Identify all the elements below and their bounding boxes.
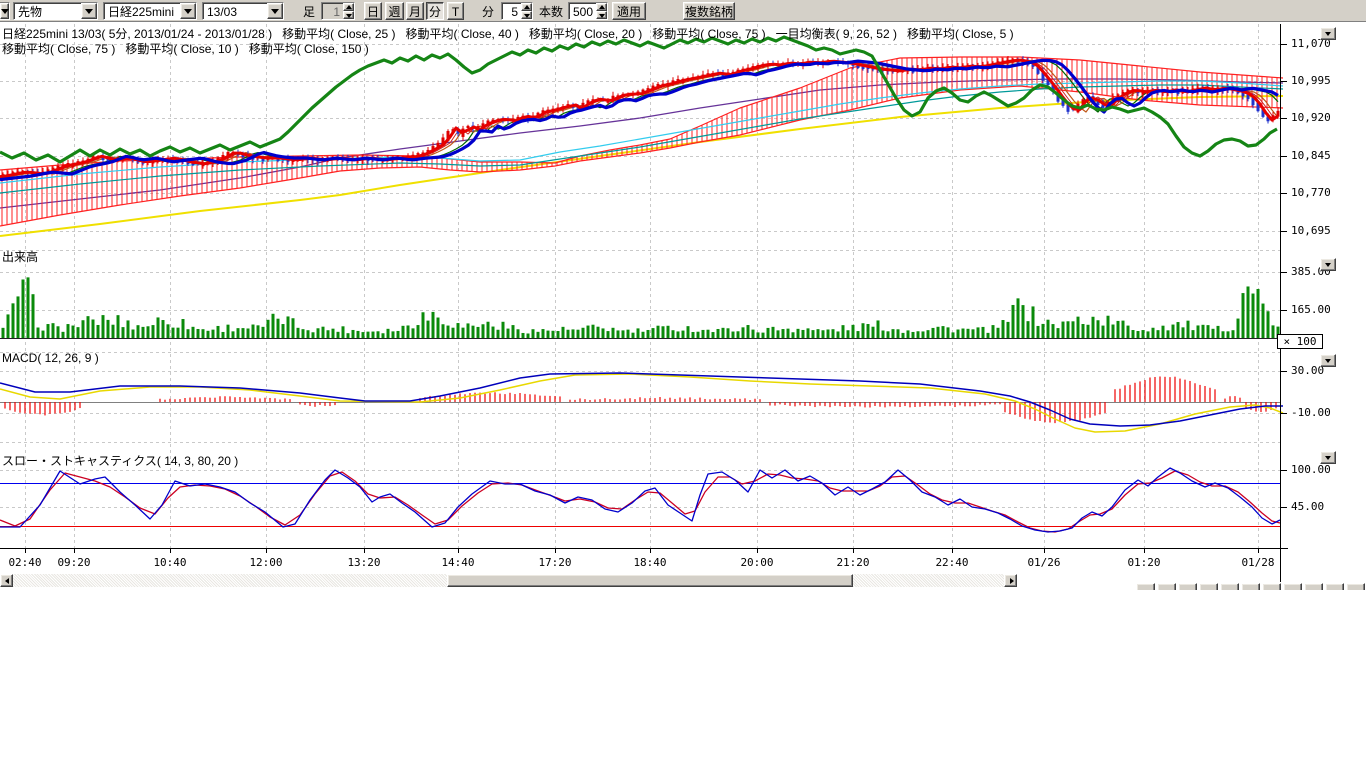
period-minute-button[interactable]: 分 <box>426 2 444 20</box>
chevron-down-icon[interactable] <box>0 3 9 19</box>
mini-toolbar-button[interactable] <box>1346 583 1365 590</box>
price-axis-label: 10,920 <box>1291 111 1331 124</box>
scrollbar-thumb[interactable] <box>447 574 853 587</box>
time-axis-label: 17:20 <box>533 556 577 569</box>
stoch-axis-label: 100.00 <box>1291 463 1331 476</box>
bar-count-label: 本数 <box>539 2 563 20</box>
contract-month-value: 13/03 <box>203 3 267 19</box>
volume-pane-title: 出来高 <box>2 248 38 265</box>
chevron-down-icon[interactable] <box>81 3 97 19</box>
period-day-button[interactable]: 日 <box>364 2 382 20</box>
mini-toolbar-button[interactable] <box>1157 583 1176 590</box>
mini-toolbar-button[interactable] <box>1283 583 1302 590</box>
time-axis-label: 02:40 <box>3 556 47 569</box>
scroll-right-button[interactable] <box>1004 574 1017 587</box>
horizontal-scrollbar[interactable] <box>0 574 1017 587</box>
symbol-value: 日経225mini <box>104 3 180 19</box>
time-axis-label: 09:20 <box>52 556 96 569</box>
macd-axis-label: -10.00 <box>1291 406 1331 419</box>
period-month-button[interactable]: 月 <box>406 2 424 20</box>
macd-pane-title: MACD( 12, 26, 9 ) <box>2 351 99 365</box>
symbol-select[interactable]: 日経225mini <box>103 2 197 20</box>
chart-canvas <box>0 23 1366 768</box>
multi-symbol-button[interactable]: 複数銘柄 <box>683 2 735 20</box>
time-axis-label: 01/26 <box>1022 556 1066 569</box>
time-axis-label: 01:20 <box>1122 556 1166 569</box>
toolbar: 先物 日経225mini 13/03 足 1 日 週 月 分 T 分 5 本数 <box>0 0 1366 22</box>
chart-area: 日経225mini 13/03( 5分, 2013/01/24 - 2013/0… <box>0 23 1366 768</box>
legend-line-2: 移動平均( Close, 75 ) 移動平均( Close, 10 ) 移動平均… <box>2 40 369 57</box>
chevron-down-icon[interactable] <box>180 3 196 19</box>
spin-down-icon[interactable] <box>521 11 532 19</box>
volume-multiplier-badge: × 100 <box>1277 334 1323 349</box>
bar-count-spinner[interactable]: 500 <box>568 2 608 20</box>
bar-interval-value: 1 <box>322 3 343 19</box>
spin-up-icon[interactable] <box>521 3 532 11</box>
chevron-down-icon[interactable] <box>267 3 283 19</box>
volume-pane-dropdown-button[interactable] <box>1320 258 1336 271</box>
minute-value-spinner[interactable]: 5 <box>501 2 533 20</box>
mini-toolbar-button[interactable] <box>1241 583 1260 590</box>
time-axis-label: 13:20 <box>342 556 386 569</box>
spin-up-icon[interactable] <box>343 3 354 11</box>
bottom-mini-toolbar <box>1136 583 1366 590</box>
mini-toolbar-button[interactable] <box>1178 583 1197 590</box>
time-axis-label: 22:40 <box>930 556 974 569</box>
time-axis-label: 21:20 <box>831 556 875 569</box>
mini-toolbar-button[interactable] <box>1199 583 1218 590</box>
bar-label: 足 <box>303 2 315 20</box>
bar-interval-spinner[interactable]: 1 <box>321 2 355 20</box>
mini-toolbar-button[interactable] <box>1304 583 1323 590</box>
volume-axis-label: 165.00 <box>1291 303 1331 316</box>
spin-up-icon[interactable] <box>596 3 607 11</box>
bar-count-value: 500 <box>569 3 596 19</box>
price-axis-label: 10,995 <box>1291 74 1331 87</box>
stoch-pane-title: スロー・ストキャスティクス( 14, 3, 80, 20 ) <box>2 452 238 469</box>
spin-down-icon[interactable] <box>343 11 354 19</box>
price-axis-label: 10,695 <box>1291 224 1331 237</box>
partial-combo[interactable] <box>0 2 10 20</box>
period-week-button[interactable]: 週 <box>385 2 404 20</box>
contract-month-select[interactable]: 13/03 <box>202 2 284 20</box>
mini-toolbar-button[interactable] <box>1136 583 1155 590</box>
macd-pane-dropdown-button[interactable] <box>1320 354 1336 367</box>
minute-value: 5 <box>502 3 521 19</box>
price-axis-label: 10,770 <box>1291 186 1331 199</box>
instrument-type-value: 先物 <box>14 3 81 19</box>
period-tick-button[interactable]: T <box>447 2 464 20</box>
time-axis-label: 20:00 <box>735 556 779 569</box>
mini-toolbar-button[interactable] <box>1262 583 1281 590</box>
price-axis-label: 10,845 <box>1291 149 1331 162</box>
time-axis-label: 14:40 <box>436 556 480 569</box>
mini-toolbar-button[interactable] <box>1325 583 1344 590</box>
time-axis-label: 01/28 <box>1236 556 1280 569</box>
spin-down-icon[interactable] <box>596 11 607 19</box>
chart-application-window: 先物 日経225mini 13/03 足 1 日 週 月 分 T 分 5 本数 <box>0 0 1366 768</box>
instrument-type-select[interactable]: 先物 <box>13 2 98 20</box>
price-pane-dropdown-button[interactable] <box>1320 27 1336 40</box>
scroll-left-button[interactable] <box>0 574 13 587</box>
time-axis-label: 18:40 <box>628 556 672 569</box>
minute-label: 分 <box>482 2 494 20</box>
stoch-axis-label: 45.00 <box>1291 500 1324 513</box>
mini-toolbar-button[interactable] <box>1220 583 1239 590</box>
stoch-pane-dropdown-button[interactable] <box>1320 451 1336 464</box>
time-axis-label: 12:00 <box>244 556 288 569</box>
time-axis-label: 10:40 <box>148 556 192 569</box>
apply-button[interactable]: 適用 <box>612 2 646 20</box>
